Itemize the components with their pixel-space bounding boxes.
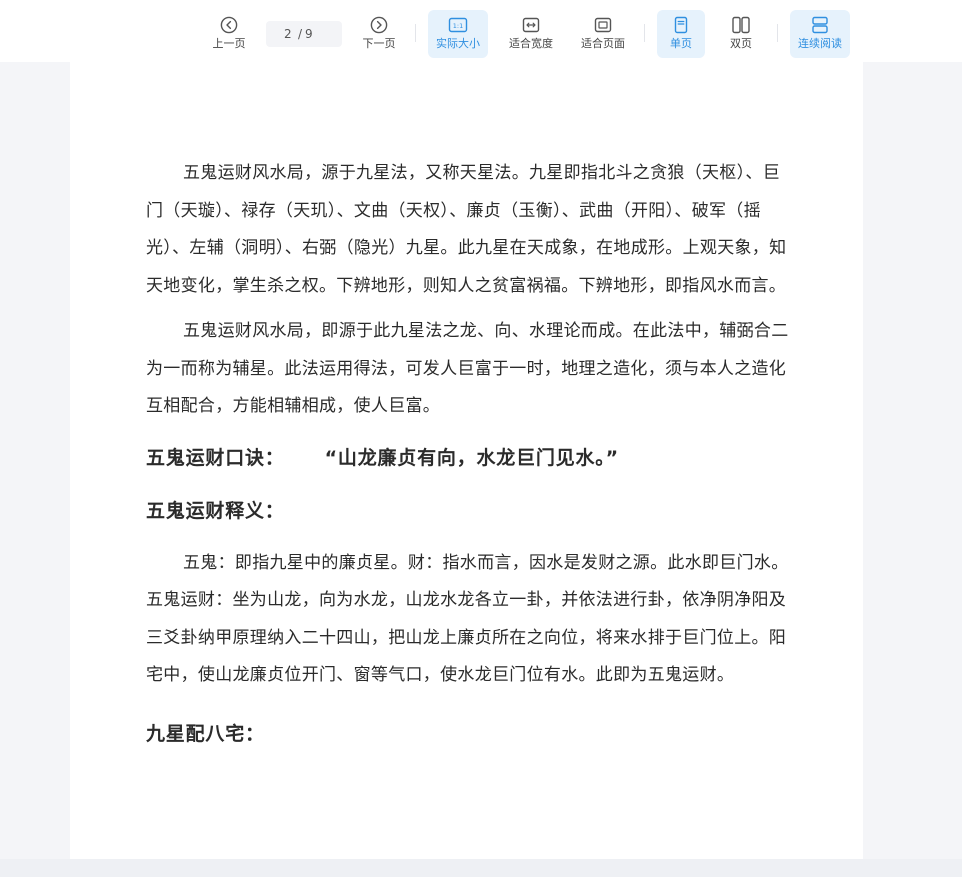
- heading-meaning: 五鬼运财释义：: [146, 499, 285, 522]
- paragraph-five-ghosts-origin: 五鬼运财风水局，即源于此九星法之龙、向、水理论而成。在此法中，辅弼合二为一而称为…: [146, 321, 789, 416]
- page-number-box[interactable]: / 9: [266, 21, 342, 47]
- document-content: 五鬼运财风水局，源于九星法，又称天星法。九星即指北斗之贪狼（天枢）、巨门（天璇）…: [146, 155, 796, 749]
- single-page-icon: [674, 16, 688, 34]
- paragraph-meaning: 五鬼：即指九星中的廉贞星。财：指水而言，因水是发财之源。此水即巨门水。五鬼运财：…: [146, 552, 789, 686]
- document-page: 五鬼运财风水局，源于九星法，又称天星法。九星即指北斗之贪狼（天枢）、巨门（天璇）…: [70, 62, 863, 859]
- fit-page-icon: [594, 17, 612, 33]
- continuous-reading-icon: [812, 16, 828, 34]
- heading-formula-quote: “山龙廉贞有向，水龙巨门见水。”: [324, 446, 619, 469]
- actual-size-icon: 1:1: [448, 17, 468, 33]
- fit-width-label: 适合宽度: [509, 37, 553, 50]
- toolbar-divider: [415, 24, 416, 42]
- page-separator: /: [298, 27, 303, 41]
- double-page-icon: [732, 16, 750, 34]
- prev-page-label: 上一页: [212, 37, 246, 50]
- next-page-label: 下一页: [362, 37, 396, 50]
- continuous-reading-button[interactable]: 连续阅读: [790, 10, 850, 58]
- fit-page-label: 适合页面: [581, 37, 625, 50]
- single-page-button[interactable]: 单页: [657, 10, 705, 58]
- single-page-label: 单页: [670, 37, 692, 50]
- chevron-left-circle-icon: [220, 16, 238, 34]
- fit-width-icon: [522, 17, 540, 33]
- prev-page-button[interactable]: 上一页: [206, 10, 252, 58]
- heading-formula-label: 五鬼运财口诀：: [146, 446, 285, 469]
- bottom-scroll-area: [0, 859, 962, 877]
- actual-size-label: 实际大小: [436, 37, 480, 50]
- fit-width-button[interactable]: 适合宽度: [501, 10, 561, 58]
- next-page-button[interactable]: 下一页: [356, 10, 402, 58]
- double-page-label: 双页: [730, 37, 752, 50]
- paragraph-nine-stars: 五鬼运财风水局，源于九星法，又称天星法。九星即指北斗之贪狼（天枢）、巨门（天璇）…: [146, 163, 787, 296]
- heading-eight-houses: 九星配八宅：: [146, 722, 265, 745]
- chevron-right-circle-icon: [370, 16, 388, 34]
- continuous-reading-label: 连续阅读: [798, 37, 842, 50]
- heading-formula: 五鬼运财口诀： “山龙廉贞有向，水龙巨门见水。”: [146, 443, 796, 473]
- toolbar-divider: [777, 24, 778, 42]
- toolbar-divider: [644, 24, 645, 42]
- total-pages: 9: [305, 27, 313, 41]
- actual-size-icon-text: 1:1: [453, 22, 463, 30]
- reader-toolbar: 上一页 / 9 下一页 1:1 实际大小 适合宽度 适合页面: [0, 0, 962, 62]
- current-page-input[interactable]: [284, 27, 298, 41]
- actual-size-button[interactable]: 1:1 实际大小: [428, 10, 488, 58]
- double-page-button[interactable]: 双页: [717, 10, 765, 58]
- fit-page-button[interactable]: 适合页面: [573, 10, 633, 58]
